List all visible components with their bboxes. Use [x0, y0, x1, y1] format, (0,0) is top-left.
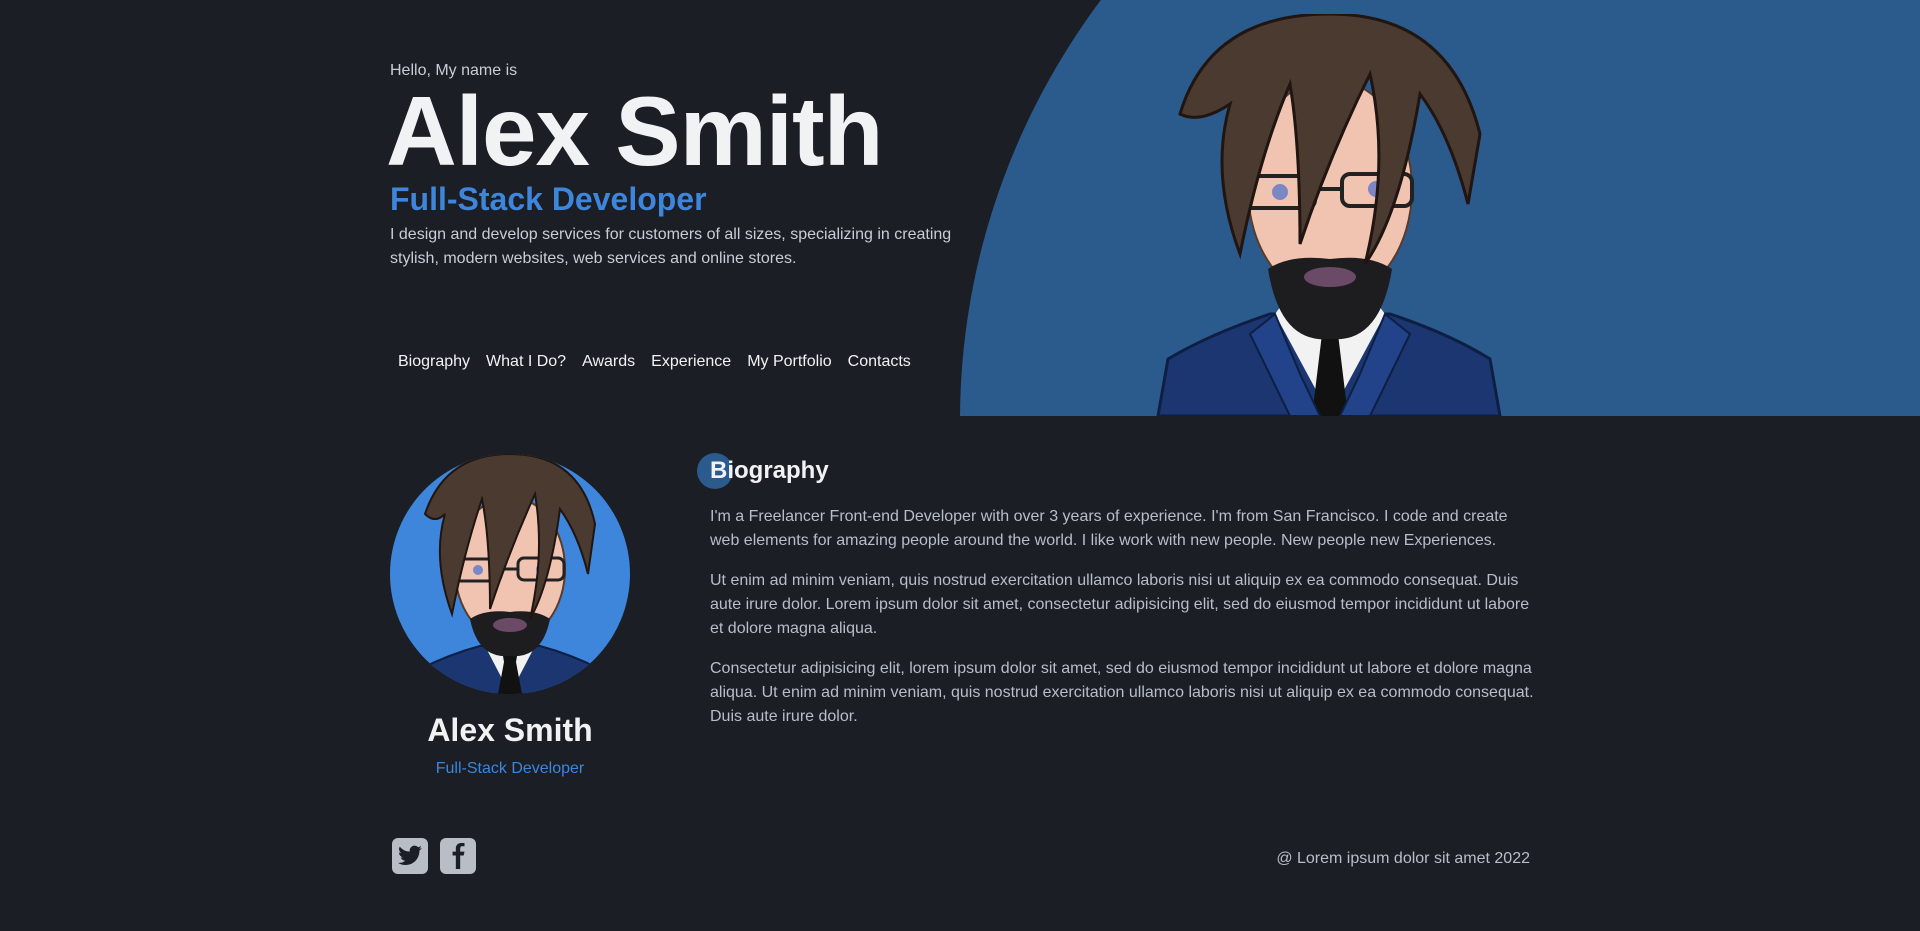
- nav-item-what-i-do[interactable]: What I Do?: [478, 353, 574, 371]
- nav-item-portfolio[interactable]: My Portfolio: [739, 353, 839, 371]
- hero-role: Full-Stack Developer: [390, 181, 707, 217]
- main-nav: Biography What I Do? Awards Experience M…: [390, 353, 919, 371]
- hero-intro: I design and develop services for custom…: [390, 226, 952, 267]
- biography-text: I'm a Freelancer Front-end Developer wit…: [710, 505, 1540, 745]
- twitter-icon[interactable]: [392, 838, 428, 874]
- biography-paragraph: Consectetur adipisicing elit, lorem ipsu…: [710, 660, 1534, 725]
- biography-title: Biography: [710, 457, 829, 484]
- nav-item-biography[interactable]: Biography: [390, 353, 478, 371]
- hero-background: [0, 0, 1920, 416]
- profile-role: Full-Stack Developer: [435, 760, 585, 777]
- nav-item-awards[interactable]: Awards: [574, 353, 643, 371]
- hero-section: Hello, My name is Alex Smith Full-Stack …: [0, 0, 1920, 416]
- biography-paragraph: Ut enim ad minim veniam, quis nostrud ex…: [710, 572, 1530, 637]
- copyright-text: @ Lorem ipsum dolor sit amet 2022: [1276, 850, 1530, 867]
- hero-name: Alex Smith: [386, 76, 883, 186]
- profile-name: Alex Smith: [427, 712, 593, 748]
- hero-avatar-illustration: [1156, 14, 1502, 416]
- nav-item-experience[interactable]: Experience: [643, 353, 739, 371]
- nav-item-contacts[interactable]: Contacts: [840, 353, 919, 371]
- biography-paragraph: I'm a Freelancer Front-end Developer wit…: [710, 508, 1508, 549]
- profile-avatar: [390, 454, 630, 694]
- social-links: [392, 838, 476, 874]
- facebook-icon[interactable]: [440, 838, 476, 874]
